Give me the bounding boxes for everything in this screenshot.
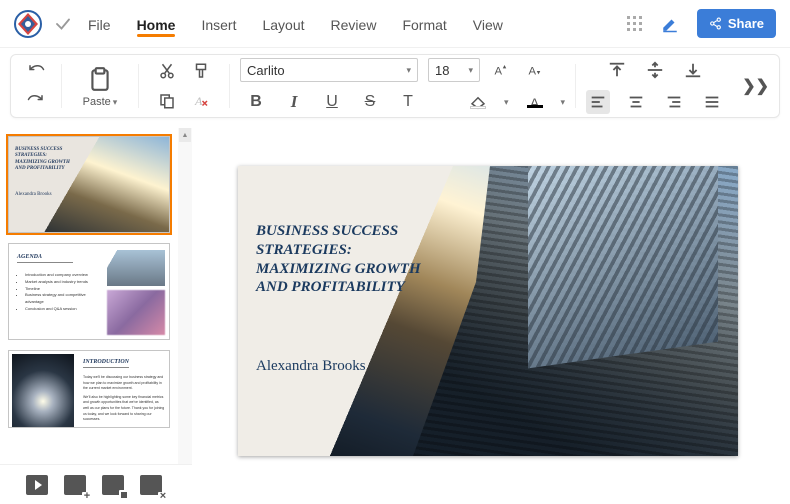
delete-slide-button[interactable]: ×: [140, 475, 162, 495]
share-label: Share: [728, 16, 764, 31]
toolbar-overflow-button[interactable]: ❯❯: [742, 76, 769, 96]
slide-panel: BUSINESS SUCCESS STRATEGIES: MAXIMIZING …: [0, 128, 192, 504]
align-right-button[interactable]: [662, 90, 686, 114]
thumb2-list: Introduction and company overview Market…: [19, 272, 91, 313]
font-family-select[interactable]: Carlito▾: [240, 58, 418, 82]
svg-text:A: A: [529, 66, 537, 78]
share-icon: [709, 17, 722, 30]
svg-text:▾: ▾: [537, 70, 541, 77]
slide-thumbnail-3[interactable]: INTRODUCTION Today we'll be discussing o…: [8, 350, 170, 428]
italic-button[interactable]: I: [282, 90, 306, 114]
current-slide[interactable]: BUSINESS SUCCESS STRATEGIES: MAXIMIZING …: [238, 166, 738, 456]
slide-title-text[interactable]: BUSINESS SUCCESS STRATEGIES: MAXIMIZING …: [256, 222, 424, 297]
align-center-button[interactable]: [624, 90, 648, 114]
paste-label-text: Paste: [83, 96, 111, 108]
slide-thumbnail-2[interactable]: AGENDA Introduction and company overview…: [8, 243, 170, 340]
home-toolbar: Paste▾ A Carlito▾ 18▾ A▴ A▾ B I: [10, 54, 780, 118]
align-top-button[interactable]: [605, 58, 629, 82]
slide-thumbnail-1[interactable]: BUSINESS SUCCESS STRATEGIES: MAXIMIZING …: [8, 136, 170, 233]
save-status-icon[interactable]: [52, 15, 74, 33]
menu-tab-insert[interactable]: Insert: [201, 3, 236, 45]
scroll-up-icon[interactable]: ▲: [179, 128, 191, 142]
add-slide-button[interactable]: +: [64, 475, 86, 495]
align-left-button[interactable]: [586, 90, 610, 114]
toolbar-container: Paste▾ A Carlito▾ 18▾ A▴ A▾ B I: [0, 48, 790, 128]
thumb1-title: BUSINESS SUCCESS STRATEGIES: MAXIMIZING …: [15, 147, 71, 172]
increase-font-button[interactable]: A▴: [490, 58, 514, 82]
duplicate-slide-button[interactable]: [102, 475, 124, 495]
menu-tab-review[interactable]: Review: [331, 3, 377, 45]
thumb2-title: AGENDA: [17, 254, 73, 263]
font-family-value: Carlito: [247, 63, 285, 78]
format-painter-button[interactable]: [189, 59, 213, 83]
app-grid-icon[interactable]: [627, 16, 643, 32]
font-size-select[interactable]: 18▾: [428, 58, 480, 82]
copy-button[interactable]: [155, 89, 179, 113]
app-logo[interactable]: [14, 10, 42, 38]
svg-text:A: A: [495, 66, 503, 78]
workspace: BUSINESS SUCCESS STRATEGIES: MAXIMIZING …: [0, 128, 790, 504]
underline-button[interactable]: U: [320, 90, 344, 114]
start-slideshow-button[interactable]: [26, 475, 48, 495]
align-justify-button[interactable]: [700, 90, 724, 114]
cut-button[interactable]: [155, 59, 179, 83]
font-color-button[interactable]: A: [523, 90, 547, 114]
edit-mode-icon[interactable]: [661, 15, 679, 33]
font-size-value: 18: [435, 63, 449, 78]
svg-text:A: A: [194, 94, 203, 108]
text-transform-button[interactable]: T: [396, 90, 420, 114]
font-color-dropdown[interactable]: ▾: [561, 97, 566, 108]
clear-format-button[interactable]: A: [189, 89, 213, 113]
thumb3-title: INTRODUCTION: [83, 359, 129, 368]
decrease-font-button[interactable]: A▾: [524, 58, 548, 82]
svg-text:▴: ▴: [503, 64, 507, 71]
bold-button[interactable]: B: [244, 90, 268, 114]
menu-tab-layout[interactable]: Layout: [262, 3, 304, 45]
fill-color-button[interactable]: [466, 90, 490, 114]
paste-button[interactable]: [85, 64, 115, 94]
align-bottom-button[interactable]: [681, 58, 705, 82]
thumb1-author: Alexandra Brooks: [15, 192, 52, 197]
menu-bar: File Home Insert Layout Review Format Vi…: [0, 0, 790, 48]
menu-tab-format[interactable]: Format: [402, 3, 446, 45]
menu-tab-view[interactable]: View: [473, 3, 503, 45]
menu-tab-file[interactable]: File: [88, 3, 111, 45]
thumb3-text: Today we'll be discussing our business s…: [83, 375, 165, 426]
fill-color-dropdown[interactable]: ▾: [504, 97, 509, 108]
redo-button[interactable]: [24, 89, 48, 113]
slide-controls-bar: + ×: [0, 464, 192, 504]
menu-tab-home[interactable]: Home: [137, 3, 176, 45]
paste-dropdown[interactable]: Paste▾: [83, 96, 118, 108]
strikethrough-button[interactable]: S: [358, 90, 382, 114]
slide-canvas[interactable]: BUSINESS SUCCESS STRATEGIES: MAXIMIZING …: [192, 128, 790, 504]
share-button[interactable]: Share: [697, 9, 776, 38]
undo-button[interactable]: [24, 59, 48, 83]
menu-tabs: File Home Insert Layout Review Format Vi…: [88, 3, 627, 45]
slide-author-text[interactable]: Alexandra Brooks: [256, 358, 366, 375]
align-middle-button[interactable]: [643, 58, 667, 82]
slide-panel-scrollbar[interactable]: ▲ ▼: [178, 128, 192, 504]
